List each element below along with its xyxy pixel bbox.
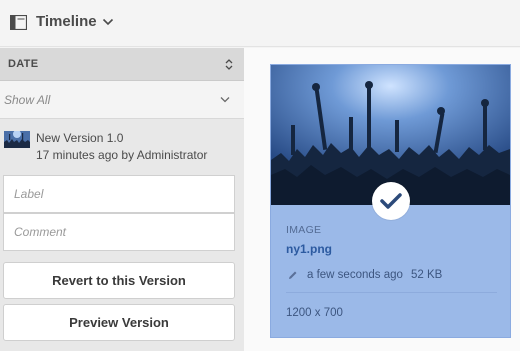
asset-dimensions: 1200 x 700 xyxy=(286,307,343,319)
pencil-icon xyxy=(289,271,297,279)
chevron-down-icon[interactable] xyxy=(102,18,114,26)
selected-check-badge[interactable] xyxy=(372,182,410,220)
preview-version-button[interactable]: Preview Version xyxy=(3,304,235,341)
sort-header[interactable]: DATE xyxy=(0,48,244,81)
asset-card[interactable]: IMAGE ny1.png a few seconds ago 52 KB 12… xyxy=(270,64,511,338)
checkmark-icon xyxy=(380,193,402,209)
rail-title[interactable]: Timeline xyxy=(36,13,97,30)
label-input[interactable] xyxy=(4,176,234,212)
content-area: IMAGE ny1.png a few seconds ago 52 KB 12… xyxy=(244,48,520,351)
version-meta: 17 minutes ago by Administrator xyxy=(36,148,208,162)
comment-input[interactable] xyxy=(4,214,234,250)
comment-field-wrapper xyxy=(3,213,235,251)
chevron-down-icon[interactable] xyxy=(220,96,230,103)
sort-icon[interactable] xyxy=(224,57,234,72)
asset-modified: a few seconds ago xyxy=(307,269,403,281)
sort-label: DATE xyxy=(8,58,39,70)
asset-size: 52 KB xyxy=(411,269,443,281)
version-item[interactable]: New Version 1.0 17 minutes ago by Admini… xyxy=(0,120,244,175)
asset-name[interactable]: ny1.png xyxy=(286,242,332,256)
version-thumbnail xyxy=(4,131,30,148)
card-divider xyxy=(286,292,497,293)
filter-value: Show All xyxy=(4,93,51,107)
timeline-rail: DATE Show All New Version 1.0 17 minutes… xyxy=(0,48,244,351)
revert-version-button[interactable]: Revert to this Version xyxy=(3,262,235,299)
version-name: New Version 1.0 xyxy=(36,131,124,145)
rail-toggle-icon[interactable] xyxy=(10,15,27,30)
filter-select[interactable]: Show All xyxy=(0,81,244,119)
top-bar: Timeline xyxy=(0,0,520,47)
label-field-wrapper xyxy=(3,175,235,213)
asset-type: IMAGE xyxy=(286,224,322,236)
